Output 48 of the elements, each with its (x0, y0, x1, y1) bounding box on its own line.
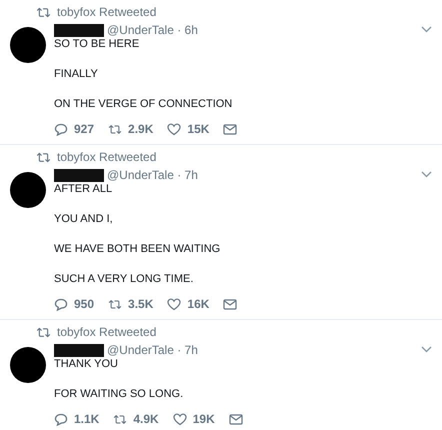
avatar[interactable] (10, 347, 46, 383)
tweet-meta: @UnderTale · 6h (107, 23, 198, 37)
tweet-text: SUCH A VERY LONG TIME. (54, 272, 194, 286)
envelope-icon[interactable] (228, 412, 243, 426)
heart-icon[interactable] (172, 412, 187, 426)
retweet-icon (36, 326, 51, 338)
reply-icon[interactable] (54, 298, 68, 310)
tweet-meta: @UnderTale · 7h (107, 168, 198, 182)
like-count: 19K (192, 412, 215, 426)
retweet-count: 4.9K (133, 412, 159, 426)
retweet-count: 2.9K (128, 122, 154, 136)
retweeted-by-label[interactable]: tobyfox Retweeted (57, 5, 156, 19)
envelope-icon[interactable] (223, 122, 238, 136)
tweet-text: FOR WAITING SO LONG. (54, 387, 184, 401)
retweeted-by-label[interactable]: tobyfox Retweeted (57, 150, 156, 164)
heart-icon[interactable] (167, 298, 182, 310)
tweet-text: WE HAVE BOTH BEEN WAITING (54, 242, 222, 256)
tweet-text: AFTER ALL (54, 182, 114, 196)
redaction-bar (54, 344, 104, 356)
retweet-icon (108, 298, 122, 310)
heart-icon[interactable] (167, 122, 182, 136)
chevron-down-icon[interactable] (421, 171, 432, 178)
retweeted-by-label[interactable]: tobyfox Retweeted (57, 325, 156, 339)
tweet-text: YOU AND I, (54, 212, 114, 226)
like-count: 16K (187, 297, 210, 311)
reply-icon[interactable] (54, 122, 68, 136)
tweet-text: ON THE VERGE OF CONNECTION (54, 97, 234, 111)
avatar[interactable] (10, 172, 46, 208)
chevron-down-icon[interactable] (421, 26, 432, 33)
retweet-icon (36, 152, 51, 162)
chevron-down-icon[interactable] (421, 346, 432, 353)
reply-count: 927 (74, 122, 94, 136)
reply-count: 1.1K (74, 412, 100, 426)
reply-icon[interactable] (54, 412, 68, 426)
retweet-count: 3.5K (128, 297, 154, 311)
envelope-icon[interactable] (223, 298, 238, 310)
avatar[interactable] (10, 27, 46, 63)
retweet-icon (108, 122, 122, 136)
retweet-icon (113, 412, 128, 426)
reply-count: 950 (74, 297, 94, 311)
tweet-text: FINALLY (54, 67, 99, 81)
redaction-bar (54, 168, 104, 182)
tweet-meta: @UnderTale · 7h (107, 343, 198, 357)
like-count: 15K (187, 122, 210, 136)
redaction-bar (54, 24, 104, 36)
tweet-text: THANK YOU (54, 357, 119, 371)
retweet-icon (36, 6, 51, 18)
tweet-text: SO TO BE HERE (54, 37, 140, 51)
